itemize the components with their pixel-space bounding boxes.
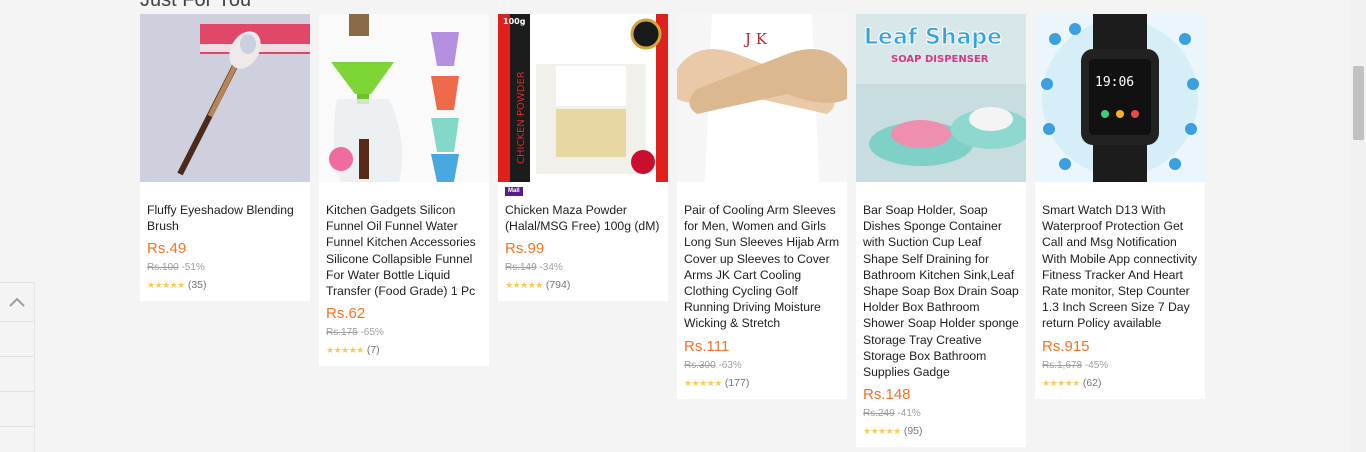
product-original-price: Rs.100 -51% xyxy=(147,262,205,274)
product-original-price: Rs.175 -65% xyxy=(326,327,384,339)
product-card[interactable]: J K Pair of Cooling Arm Sleeves for Men,… xyxy=(677,14,847,399)
product-image[interactable]: J K xyxy=(677,14,847,182)
product-original-price: Rs.1,678 -45% xyxy=(1042,359,1109,371)
back-to-top-button[interactable] xyxy=(0,282,34,322)
product-price: Rs.111 xyxy=(684,337,730,355)
watch-time-text: 19:06 xyxy=(1095,75,1134,90)
star-rating-icon: ★★★★★ xyxy=(505,280,543,291)
discount-badge: -51% xyxy=(181,262,205,274)
mall-badge: Mall xyxy=(505,187,523,196)
side-tool-slot[interactable] xyxy=(0,357,34,392)
scrollbar-thumb[interactable] xyxy=(1353,66,1364,140)
page-scrollbar[interactable] xyxy=(1350,0,1366,452)
product-original-price: Rs.300 -63% xyxy=(684,359,742,371)
product-card[interactable]: Kitchen Gadgets Silicon Funnel Oil Funne… xyxy=(319,14,489,367)
sleeves-logo-text: J K xyxy=(743,30,768,48)
soap-sub-text: SOAP DISPENSER xyxy=(891,54,989,65)
discount-badge: -63% xyxy=(718,359,742,371)
product-price: Rs.915 xyxy=(1042,337,1090,355)
product-title[interactable]: Fluffy Eyeshadow Blending Brush xyxy=(147,202,303,234)
product-card[interactable]: 100g CHICKEN POWDER Mall Chicken Maza Po… xyxy=(498,14,668,302)
product-rating: ★★★★★ (35) xyxy=(147,279,207,292)
discount-badge: -34% xyxy=(539,262,563,274)
discount-badge: -65% xyxy=(360,327,384,339)
product-rating: ★★★★★ (794) xyxy=(505,279,571,292)
product-image[interactable] xyxy=(140,14,310,182)
product-title[interactable]: Smart Watch D13 With Waterproof Protecti… xyxy=(1042,202,1198,332)
product-image[interactable] xyxy=(319,14,489,182)
chicken-brand-text: 100g xyxy=(503,17,526,26)
star-rating-icon: ★★★★★ xyxy=(684,377,722,388)
product-title[interactable]: Bar Soap Holder, Soap Dishes Sponge Cont… xyxy=(863,202,1019,380)
soap-headline-text: Leaf Shape xyxy=(864,25,1002,50)
chicken-label-text: CHICKEN POWDER xyxy=(516,71,527,164)
star-rating-icon: ★★★★★ xyxy=(326,345,364,356)
product-title[interactable]: Chicken Maza Powder (Halal/MSG Free) 100… xyxy=(505,202,661,234)
product-image[interactable]: Leaf Shape SOAP DISPENSER xyxy=(856,14,1026,182)
product-price: Rs.62 xyxy=(326,305,366,323)
product-rating: ★★★★★ (62) xyxy=(1042,376,1102,389)
product-price: Rs.99 xyxy=(505,240,545,258)
product-image[interactable]: 19:06 xyxy=(1035,14,1205,182)
product-price: Rs.148 xyxy=(863,386,911,404)
product-rating: ★★★★★ (177) xyxy=(684,376,750,389)
section-title: Just For You xyxy=(140,0,252,11)
chevron-up-icon xyxy=(9,297,25,307)
product-original-price: Rs.249 -41% xyxy=(863,408,921,420)
discount-badge: -45% xyxy=(1084,359,1109,371)
star-rating-icon: ★★★★★ xyxy=(863,426,901,437)
product-price: Rs.49 xyxy=(147,240,187,258)
product-image[interactable]: 100g CHICKEN POWDER xyxy=(498,14,668,182)
product-card[interactable]: Leaf Shape SOAP DISPENSER Bar Soap Holde… xyxy=(856,14,1026,448)
product-original-price: Rs.149 -34% xyxy=(505,262,563,274)
product-title[interactable]: Pair of Cooling Arm Sleeves for Men, Wom… xyxy=(684,202,840,332)
star-rating-icon: ★★★★★ xyxy=(147,280,185,291)
discount-badge: -41% xyxy=(897,408,921,420)
star-rating-icon: ★★★★★ xyxy=(1042,377,1080,388)
side-tool-slot[interactable] xyxy=(0,392,34,427)
side-tool-slot[interactable] xyxy=(0,322,34,357)
side-toolbar xyxy=(0,282,35,452)
product-rating: ★★★★★ (7) xyxy=(326,344,380,357)
product-card[interactable]: Fluffy Eyeshadow Blending Brush Rs.49 Rs… xyxy=(140,14,310,302)
product-title[interactable]: Kitchen Gadgets Silicon Funnel Oil Funne… xyxy=(326,202,482,299)
product-card[interactable]: 19:06 Smart Watch D13 With Waterproof Pr… xyxy=(1035,14,1205,399)
product-rating: ★★★★★ (95) xyxy=(863,425,923,438)
